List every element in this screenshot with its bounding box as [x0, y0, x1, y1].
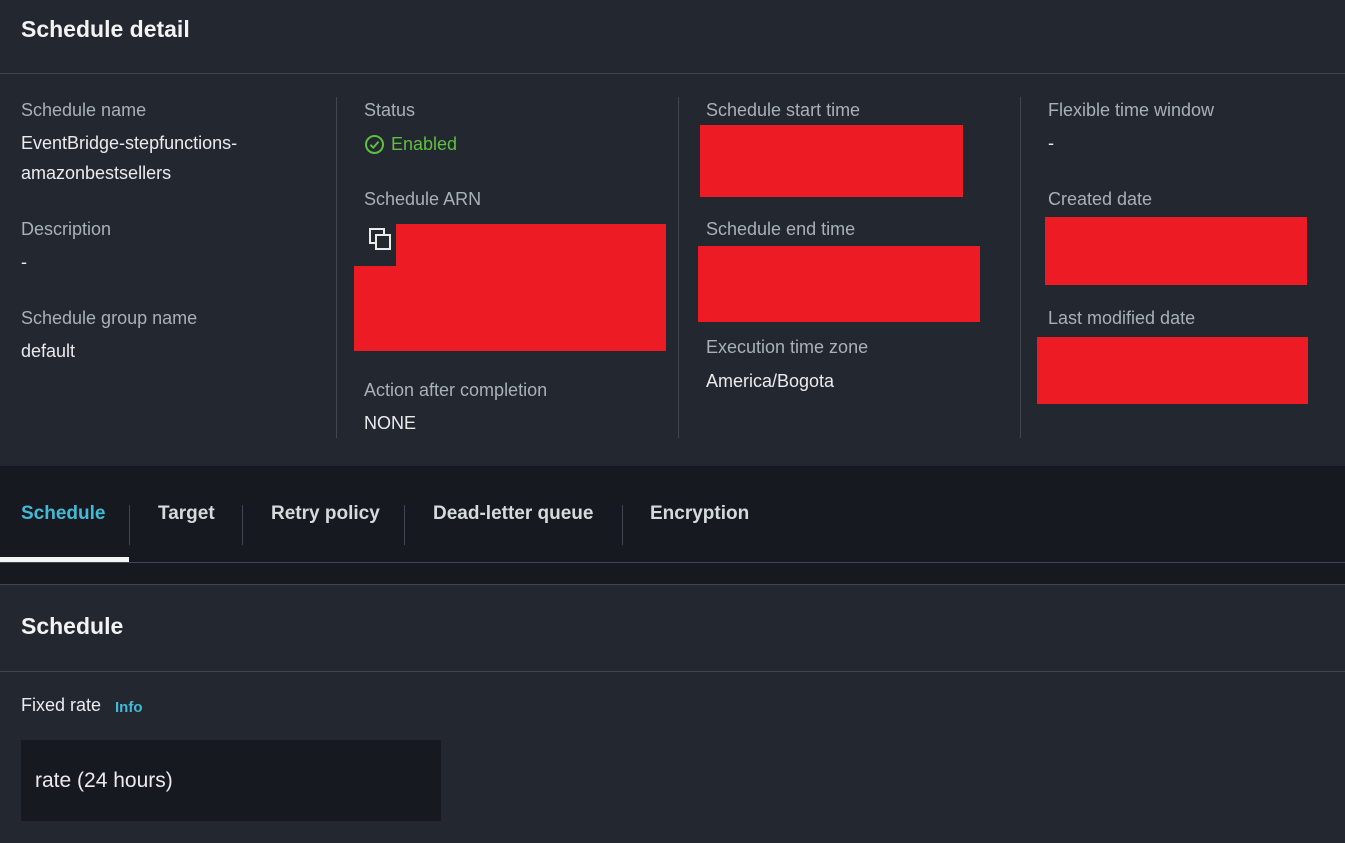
tab-separator — [404, 505, 405, 545]
execution-time-zone-label: Execution time zone — [706, 337, 869, 357]
tab-separator — [242, 505, 243, 545]
tab-encryption[interactable]: Encryption — [650, 466, 749, 562]
execution-time-zone-value: America/Bogota — [706, 371, 835, 391]
tab-schedule[interactable]: Schedule — [21, 466, 105, 562]
action-after-completion-label: Action after completion — [364, 380, 548, 400]
fixed-rate-label: Fixed rate — [21, 695, 102, 715]
redacted-last-modified-date — [1037, 337, 1308, 404]
redacted-arn-extra — [354, 266, 414, 351]
status-label: Status — [364, 100, 416, 120]
active-tab-indicator — [0, 557, 129, 562]
status-badge: Enabled — [364, 131, 457, 157]
schedule-start-time-label: Schedule start time — [706, 100, 861, 120]
tab-separator — [129, 505, 130, 545]
tab-retry-policy[interactable]: Retry policy — [271, 466, 380, 562]
flexible-time-window-value: - — [1048, 133, 1054, 153]
schedule-arn-label: Schedule ARN — [364, 189, 482, 209]
schedule-name-line1: EventBridge-stepfunctions- — [21, 133, 238, 153]
created-date-label: Created date — [1048, 189, 1153, 209]
last-modified-date-label: Last modified date — [1048, 308, 1196, 328]
column-divider — [336, 97, 337, 438]
fixed-rate-value: rate (24 hours) — [21, 740, 441, 821]
redacted-start-time — [700, 125, 963, 197]
tab-target[interactable]: Target — [158, 466, 215, 562]
tab-separator — [622, 505, 623, 545]
info-link[interactable]: Info — [115, 699, 143, 716]
section-title: Schedule — [21, 613, 124, 639]
panel-header: Schedule detail — [0, 0, 1345, 74]
redacted-created-date — [1045, 217, 1307, 285]
schedule-name-label: Schedule name — [21, 100, 147, 120]
status-value: Enabled — [391, 133, 458, 154]
schedule-name-line2: amazonbestsellers — [21, 163, 172, 183]
check-circle-icon — [365, 134, 384, 154]
redacted-end-time — [698, 246, 980, 322]
schedule-section: Schedule Fixed rate Info rate (24 hours) — [0, 584, 1345, 843]
column-divider — [678, 97, 679, 438]
schedule-group-value: default — [21, 341, 76, 361]
schedule-detail-panel: Schedule detail Schedule name EventBridg… — [0, 0, 1345, 466]
copy-icon[interactable] — [368, 227, 394, 253]
redacted-arn — [396, 224, 666, 351]
schedule-group-label: Schedule group name — [21, 308, 198, 328]
schedule-name-value: EventBridge-stepfunctions- amazonbestsel… — [21, 128, 237, 188]
column-divider — [1020, 97, 1021, 438]
description-value: - — [21, 252, 27, 272]
flexible-time-window-label: Flexible time window — [1048, 100, 1215, 120]
description-label: Description — [21, 219, 112, 239]
page-title: Schedule detail — [21, 16, 190, 42]
tab-dead-letter-queue[interactable]: Dead-letter queue — [433, 466, 593, 562]
section-header: Schedule — [0, 585, 1345, 672]
action-after-completion-value: NONE — [364, 413, 417, 433]
schedule-end-time-label: Schedule end time — [706, 219, 856, 239]
